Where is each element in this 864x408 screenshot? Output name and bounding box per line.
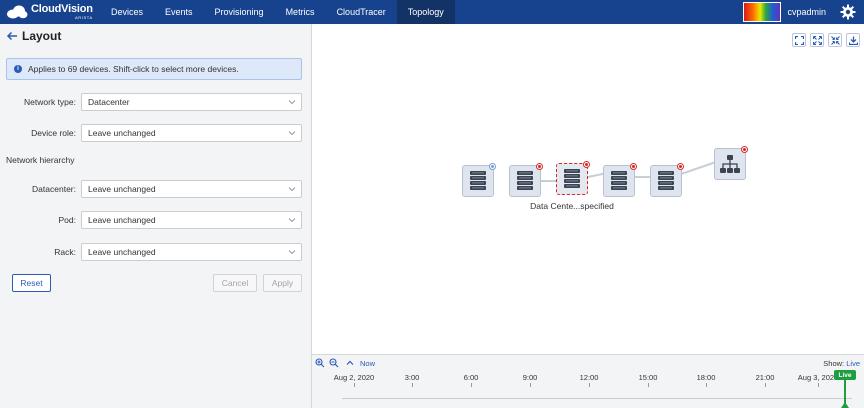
info-banner: i Applies to 69 devices. Shift-click to … <box>6 58 302 80</box>
rack-row: Rack: Leave unchanged <box>0 243 312 261</box>
datacenter-select[interactable]: Leave unchanged <box>81 180 302 198</box>
status-badge <box>630 163 637 170</box>
switch-node[interactable] <box>650 163 684 197</box>
datacenter-row: Datacenter: Leave unchanged <box>0 180 312 198</box>
zoom-in-icon[interactable] <box>315 358 325 368</box>
status-badge <box>489 163 496 170</box>
nav-item-metrics[interactable]: Metrics <box>275 0 326 24</box>
server-rack-icon <box>517 171 533 190</box>
timeline-tick: 15:00 <box>638 373 658 382</box>
cancel-button[interactable]: Cancel <box>213 274 257 292</box>
info-icon: i <box>14 65 22 73</box>
server-rack-icon <box>470 171 486 190</box>
back-arrow-icon[interactable] <box>6 30 18 42</box>
show-live-toggle[interactable]: Show: Live <box>823 359 860 368</box>
rack-label: Rack: <box>54 247 76 257</box>
chevron-down-icon <box>288 250 296 255</box>
brand-logo[interactable]: CloudVision ARISTA <box>0 4 100 20</box>
server-rack-icon <box>611 171 627 190</box>
apply-button[interactable]: Apply <box>263 274 302 292</box>
panel-title: Layout <box>22 29 62 43</box>
topology-links <box>541 161 717 182</box>
brand-sub: ARISTA <box>75 15 93 20</box>
timeline-tick: 3:00 <box>404 373 420 382</box>
nav-item-cloudtracer[interactable]: CloudTracer <box>326 0 397 24</box>
timeline-tick: 21:00 <box>755 373 775 382</box>
status-badge <box>677 163 684 170</box>
network-hub-node[interactable] <box>714 146 748 180</box>
live-badge[interactable]: Live <box>834 370 856 380</box>
layout-panel: Layout i Applies to 69 devices. Shift-cl… <box>0 24 312 408</box>
timeline-tick: 18:00 <box>696 373 716 382</box>
status-badge <box>536 163 543 170</box>
network-type-value: Datacenter <box>88 97 130 107</box>
chevron-down-icon <box>288 218 296 223</box>
network-type-row: Network type: Datacenter <box>0 93 312 111</box>
reset-button[interactable]: Reset <box>12 274 51 292</box>
device-role-select[interactable]: Leave unchanged <box>81 124 302 142</box>
pod-value: Leave unchanged <box>88 215 156 225</box>
zoom-out-icon[interactable] <box>329 358 339 368</box>
server-rack-icon <box>658 171 674 190</box>
server-rack-icon <box>564 169 580 188</box>
timeline: Now Show: Live Aug 2, 2020 3:00 6:00 9:0… <box>312 354 864 408</box>
timeline-tick: 12:00 <box>579 373 599 382</box>
brand-name: CloudVision <box>31 3 93 15</box>
pod-select[interactable]: Leave unchanged <box>81 211 302 229</box>
timeline-axis[interactable] <box>342 398 852 399</box>
network-type-label: Network type: <box>24 97 76 107</box>
datacenter-value: Leave unchanged <box>88 184 156 194</box>
switch-node[interactable] <box>509 163 543 197</box>
device-role-row: Device role: Leave unchanged <box>0 124 312 142</box>
timeline-tick: Aug 3, 2020 <box>797 373 839 382</box>
network-hierarchy-title: Network hierarchy <box>6 155 75 165</box>
nav-item-provisioning[interactable]: Provisioning <box>204 0 275 24</box>
selected-switch-node[interactable] <box>556 161 590 195</box>
chevron-down-icon <box>288 131 296 136</box>
nav-item-devices[interactable]: Devices <box>100 0 154 24</box>
switch-node[interactable] <box>462 163 496 197</box>
datacenter-label: Datacenter: <box>32 184 76 194</box>
network-type-select[interactable]: Datacenter <box>81 93 302 111</box>
nav-item-events[interactable]: Events <box>154 0 204 24</box>
timeline-tick: Aug 2, 2020 <box>333 373 375 382</box>
gear-icon[interactable] <box>840 4 856 20</box>
chevron-down-icon <box>288 100 296 105</box>
rack-value: Leave unchanged <box>88 247 156 257</box>
nav-item-topology[interactable]: Topology <box>396 0 455 24</box>
timeline-tick: 9:00 <box>522 373 538 382</box>
node-group-label: Data Cente...specified <box>530 201 614 211</box>
cloud-logo-icon <box>7 5 28 19</box>
network-hierarchy-icon <box>720 155 740 173</box>
live-cursor-line[interactable] <box>844 380 846 404</box>
username[interactable]: cvpadmin <box>787 7 826 17</box>
show-label: Show: <box>823 359 845 368</box>
info-text: Applies to 69 devices. Shift-click to se… <box>28 64 239 74</box>
pod-label: Pod: <box>58 215 77 225</box>
show-value: Live <box>846 359 860 368</box>
now-link[interactable]: Now <box>360 359 375 368</box>
rack-select[interactable]: Leave unchanged <box>81 243 302 261</box>
live-cursor-handle[interactable] <box>841 402 849 408</box>
switch-node[interactable] <box>603 163 637 197</box>
timeline-tick: 6:00 <box>463 373 479 382</box>
device-role-value: Leave unchanged <box>88 128 156 138</box>
avatar[interactable] <box>743 2 782 22</box>
pod-row: Pod: Leave unchanged <box>0 211 312 229</box>
status-badge <box>741 146 748 153</box>
status-badge <box>583 161 590 168</box>
top-navigation-bar: CloudVision ARISTA Devices Events Provis… <box>0 0 864 24</box>
chevron-up-icon[interactable] <box>345 358 355 368</box>
topology-canvas[interactable]: Data Cente...specified <box>312 24 864 354</box>
device-role-label: Device role: <box>31 128 76 138</box>
chevron-down-icon <box>288 187 296 192</box>
